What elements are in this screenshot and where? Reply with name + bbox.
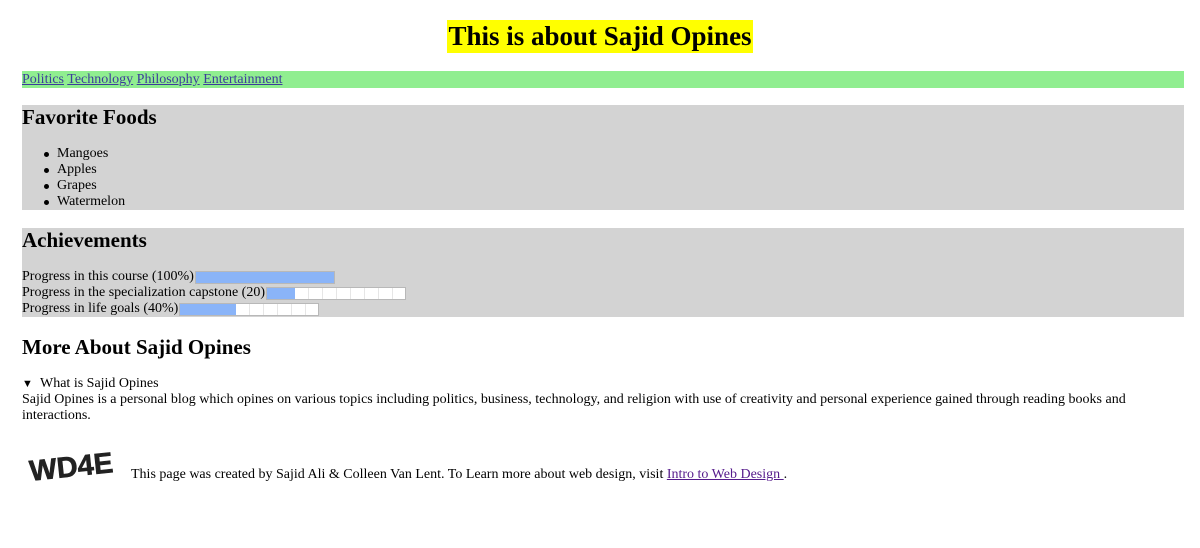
more-about-heading: More About Sajid Opines (22, 335, 251, 359)
progress-row: Progress in the specialization capstone … (22, 285, 406, 301)
details-summary-label: What is Sajid Opines (40, 376, 159, 391)
footer-period: . (783, 467, 788, 482)
list-item: Watermelon (22, 194, 125, 210)
achievements-heading: Achievements (22, 228, 147, 252)
header: This is about Sajid Opines (0, 20, 1200, 53)
wd4e-logo: WD4E (28, 447, 115, 482)
progress-bar-life-goals (179, 302, 320, 316)
favorite-foods-list: Mangoes Apples Grapes Watermelon (22, 146, 125, 210)
nav-link-technology[interactable]: Technology (67, 72, 133, 87)
progress-label: Progress in this course (100%) (22, 269, 194, 284)
page: This is about Sajid Opines Politics Tech… (0, 0, 1200, 548)
nav-link-entertainment[interactable]: Entertainment (203, 72, 282, 87)
nav-bar: Politics Technology Philosophy Entertain… (22, 71, 1184, 88)
progress-list: Progress in this course (100%) Progress … (22, 269, 406, 317)
details-summary[interactable]: ▼ What is Sajid Opines (22, 376, 159, 392)
favorite-foods-heading: Favorite Foods (22, 105, 157, 129)
footer-credit: This page was created by Sajid Ali & Col… (131, 467, 667, 482)
page-title: This is about Sajid Opines (447, 20, 753, 53)
progress-bar-capstone (265, 286, 406, 300)
footer-text: This page was created by Sajid Ali & Col… (131, 467, 787, 483)
list-item: Grapes (22, 178, 125, 194)
list-item: Apples (22, 162, 125, 178)
wd4e-logo-text: WD4E (28, 447, 115, 482)
favorite-foods-section: Favorite Foods Mangoes Apples Grapes Wat… (22, 105, 1184, 210)
progress-bar-course (194, 270, 335, 284)
details-body: Sajid Opines is a personal blog which op… (22, 392, 1126, 423)
progress-label: Progress in life goals (40%) (22, 301, 179, 316)
progress-row: Progress in life goals (40%) (22, 301, 406, 317)
nav-link-philosophy[interactable]: Philosophy (137, 72, 200, 87)
intro-web-design-link[interactable]: Intro to Web Design (667, 467, 784, 482)
progress-row: Progress in this course (100%) (22, 269, 406, 285)
nav-link-politics[interactable]: Politics (22, 72, 64, 87)
triangle-down-icon: ▼ (22, 378, 33, 390)
progress-label: Progress in the specialization capstone … (22, 285, 265, 300)
list-item: Mangoes (22, 146, 125, 162)
